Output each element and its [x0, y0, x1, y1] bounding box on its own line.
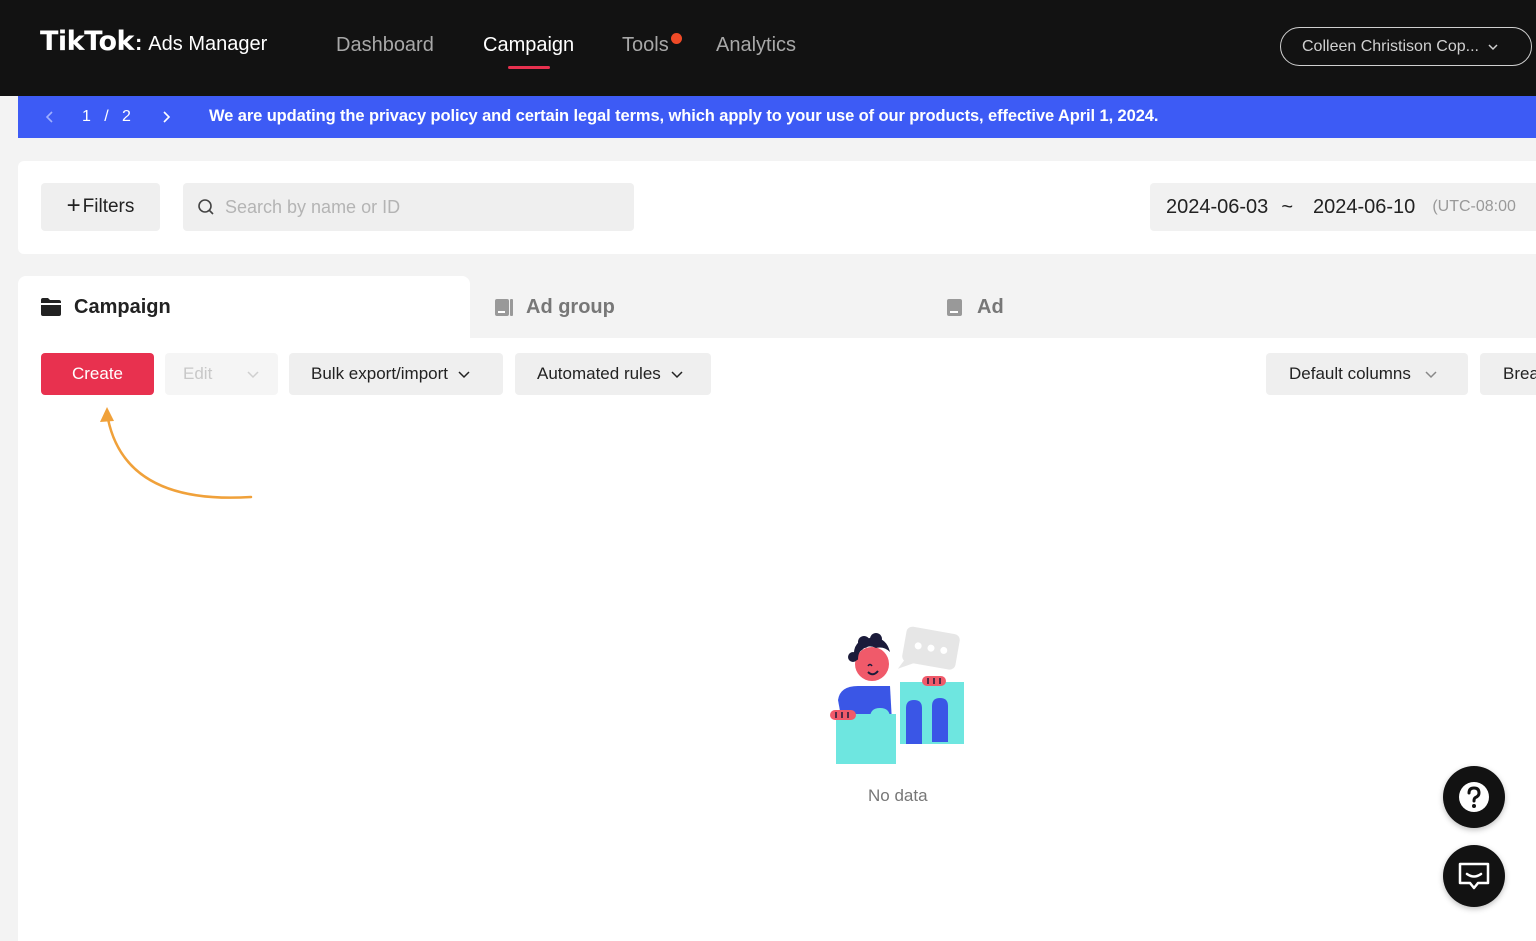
default-columns-dropdown[interactable]: Default columns: [1266, 353, 1468, 395]
folder-icon: [41, 298, 61, 316]
account-switcher[interactable]: Colleen Christison Cop...: [1280, 27, 1532, 66]
date-start: 2024-06-03: [1166, 195, 1269, 218]
adgroup-icon: [495, 299, 513, 316]
chevron-down-icon: [247, 371, 259, 379]
help-button[interactable]: [1443, 766, 1505, 828]
tiktok-ads-manager-logo[interactable]: TikTok : Ads Manager: [40, 26, 267, 57]
edit-label: Edit: [183, 364, 213, 383]
banner-page-separator: /: [104, 108, 109, 125]
date-separator: ~: [1281, 195, 1293, 218]
search-box: [183, 183, 634, 231]
chat-button[interactable]: [1443, 845, 1505, 907]
nav-dashboard[interactable]: Dashboard: [336, 34, 434, 57]
chevron-down-icon: [1488, 43, 1498, 50]
search-input[interactable]: [225, 196, 625, 218]
chevron-down-icon: [458, 371, 470, 379]
banner-pager: 1 / 2: [82, 108, 131, 126]
banner-page-current: 1: [82, 108, 91, 125]
nav-active-indicator: [508, 66, 550, 69]
level-tabs: Campaign Ad group Ad: [18, 276, 1536, 338]
date-end: 2024-06-10: [1313, 195, 1416, 218]
filter-bar: + Filters 2024-06-03 ~ 2024-06-10 (UTC-0…: [18, 161, 1536, 254]
create-label: Create: [71, 364, 124, 383]
chevron-down-icon: [671, 371, 683, 379]
tab-ad[interactable]: Ad: [945, 276, 1004, 338]
bulk-export-import-dropdown[interactable]: Bulk export/import: [289, 353, 503, 395]
chevron-down-icon: [1425, 371, 1437, 379]
top-nav: TikTok : Ads Manager Dashboard Campaign …: [0, 0, 1536, 96]
plus-icon: +: [66, 192, 81, 219]
logo-subtitle: Ads Manager: [148, 33, 268, 55]
edit-dropdown[interactable]: Edit: [165, 353, 278, 395]
chevron-right-icon[interactable]: [159, 110, 173, 124]
logo-colon: :: [134, 30, 143, 55]
empty-state-text: No data: [868, 786, 928, 805]
tab-campaign-label: Campaign: [74, 295, 171, 318]
date-range-picker[interactable]: 2024-06-03 ~ 2024-06-10 (UTC-08:00: [1150, 183, 1536, 231]
account-name: Colleen Christison Cop...: [1302, 37, 1479, 55]
automated-rules-dropdown[interactable]: Automated rules: [515, 353, 711, 395]
tab-ad-label: Ad: [977, 295, 1004, 318]
ad-icon: [947, 299, 962, 316]
breakdown-dropdown[interactable]: Brea: [1480, 353, 1536, 395]
nav-analytics[interactable]: Analytics: [716, 34, 796, 57]
empty-state-illustration: [830, 626, 964, 764]
chevron-left-icon[interactable]: [43, 110, 57, 124]
annotation-arrow: [100, 407, 253, 499]
banner-message[interactable]: We are updating the privacy policy and c…: [209, 107, 1158, 126]
tab-campaign[interactable]: Campaign: [18, 276, 470, 338]
automated-label: Automated rules: [537, 364, 661, 383]
tools-notification-dot: [671, 33, 682, 44]
tab-ad-group-label: Ad group: [526, 295, 615, 318]
filters-button[interactable]: + Filters: [41, 183, 160, 231]
search-icon: [198, 199, 214, 215]
nav-campaign[interactable]: Campaign: [483, 34, 574, 57]
tab-ad-group[interactable]: Ad group: [494, 276, 615, 338]
logo-wordmark: TikTok: [40, 26, 134, 57]
columns-label: Default columns: [1289, 364, 1411, 383]
announcement-banner: 1 / 2 We are updating the privacy policy…: [18, 96, 1536, 138]
breakdown-label: Brea: [1503, 364, 1536, 383]
filters-label: Filters: [82, 196, 135, 217]
question-icon: [1459, 782, 1489, 812]
chat-icon: [1458, 862, 1490, 890]
bulk-label: Bulk export/import: [311, 364, 448, 383]
banner-page-total: 2: [122, 108, 131, 125]
timezone-label: (UTC-08:00: [1432, 198, 1516, 215]
create-button[interactable]: Create: [41, 353, 154, 395]
nav-tools[interactable]: Tools: [622, 34, 669, 57]
